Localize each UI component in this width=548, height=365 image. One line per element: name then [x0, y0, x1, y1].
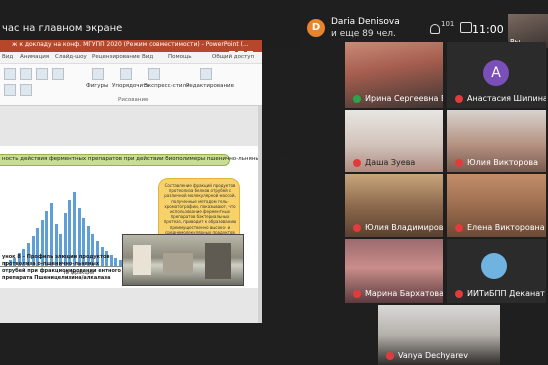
participants-button[interactable]: 101: [430, 20, 456, 40]
lab-photo: [122, 234, 244, 286]
share-banner-title: час на главном экране: [2, 23, 123, 34]
participant-name: Vanya Dechyarev: [386, 351, 468, 360]
shared-screen: ж к докладу на конф. МГУПП 2020 (Режим с…: [0, 40, 288, 323]
ribbon: Фигуры Упорядочить Экспресс-стили Редакт…: [0, 64, 262, 106]
powerpoint-title-bar: ж к докладу на конф. МГУПП 2020 (Режим с…: [0, 40, 262, 57]
robot-avatar-icon: [481, 253, 507, 279]
arrange-icon[interactable]: [120, 68, 132, 80]
notification-name: Daria Denisova: [331, 17, 400, 27]
vertical-scrollbar[interactable]: [258, 106, 262, 323]
participant-notification[interactable]: D Daria Denisova и еще 89 чел.: [307, 17, 422, 41]
mic-muted-icon: [353, 289, 361, 298]
ribbon-tabs: Вид Анимация Слайд-шоу Рецензирование Ви…: [0, 52, 262, 64]
shapes-label: Фигуры: [86, 83, 109, 89]
mic-muted-icon: [353, 223, 361, 232]
participant-tile[interactable]: Юлия Викторова: [447, 110, 546, 172]
mic-icon: [353, 94, 361, 103]
participant-count: 101: [441, 20, 455, 28]
participant-tile[interactable]: Елена Викторовна А...: [447, 174, 546, 237]
ribbon-icon[interactable]: [4, 84, 16, 96]
participant-tile[interactable]: A Анастасия Шипина: [447, 42, 546, 108]
slide-header: ность действия ферментных препаратов при…: [0, 154, 288, 166]
mic-muted-icon: [353, 158, 361, 167]
tab-slideshow[interactable]: Слайд-шоу: [55, 54, 87, 60]
mic-muted-icon: [455, 223, 463, 232]
participant-name: Елена Викторовна А...: [455, 223, 546, 232]
participant-tile[interactable]: Ирина Сергеевна Вит...: [345, 42, 443, 108]
participant-name: Юлия Владимировна ...: [353, 223, 443, 232]
people-icon: [430, 24, 440, 34]
participant-tile[interactable]: Марина Бархатова: [345, 239, 443, 303]
ribbon-group-drawing: Рисование: [118, 97, 149, 103]
participant-name: Анастасия Шипина: [455, 94, 546, 103]
tab-animation[interactable]: Анимация: [20, 54, 49, 60]
mic-muted-icon: [386, 351, 394, 360]
participant-tile[interactable]: Vanya Dechyarev: [378, 305, 500, 365]
tab-review[interactable]: Рецензирование: [92, 54, 140, 60]
participant-tile[interactable]: ИИТиБПП Деканат: [447, 239, 546, 303]
tab-share[interactable]: Общий доступ: [212, 54, 254, 60]
slide[interactable]: ность действия ферментных препаратов при…: [0, 146, 288, 288]
participant-name: Юлия Викторова: [455, 158, 538, 167]
participant-name: ИИТиБПП Деканат: [455, 289, 545, 298]
ribbon-icon[interactable]: [20, 84, 32, 96]
tab-vid[interactable]: Вид: [2, 54, 13, 60]
chat-icon[interactable]: [460, 22, 472, 33]
ribbon-icon[interactable]: [36, 68, 48, 80]
mic-muted-icon: [455, 289, 463, 298]
slide-editor: ность действия ферментных препаратов при…: [0, 106, 288, 323]
ribbon-icon[interactable]: [20, 68, 32, 80]
participant-name: Марина Бархатова: [353, 289, 443, 298]
meeting-time: 11:00: [472, 23, 504, 36]
quick-styles-label: Экспресс-стили: [144, 83, 190, 89]
slide-header-text: ность действия ферментных препаратов при…: [2, 156, 289, 162]
ribbon-icon[interactable]: [4, 68, 16, 80]
window-controls[interactable]: [226, 42, 256, 57]
quick-styles-icon[interactable]: [148, 68, 160, 80]
ribbon-icon[interactable]: [52, 68, 64, 80]
avatar: D: [307, 19, 325, 37]
slide-caption: унок 8 – Профиль элюции продуктов протео…: [2, 254, 121, 281]
participant-tile[interactable]: Даша Зуева: [345, 110, 443, 172]
search-icon[interactable]: [200, 68, 212, 80]
window-title: ж к докладу на конф. МГУПП 2020 (Режим с…: [12, 41, 249, 48]
notification-more: и еще 89 чел.: [331, 29, 396, 39]
shapes-icon[interactable]: [92, 68, 104, 80]
participant-name: Ирина Сергеевна Вит...: [353, 94, 443, 103]
mic-muted-icon: [455, 158, 463, 167]
tab-view[interactable]: Вид: [142, 54, 153, 60]
participant-name: Даша Зуева: [353, 158, 415, 167]
editing-label: Редактирование: [186, 83, 234, 89]
participant-tile[interactable]: Юлия Владимировна ...: [345, 174, 443, 237]
tab-help[interactable]: Помощь: [168, 54, 191, 60]
avatar: A: [483, 60, 509, 86]
mic-muted-icon: [455, 94, 463, 103]
